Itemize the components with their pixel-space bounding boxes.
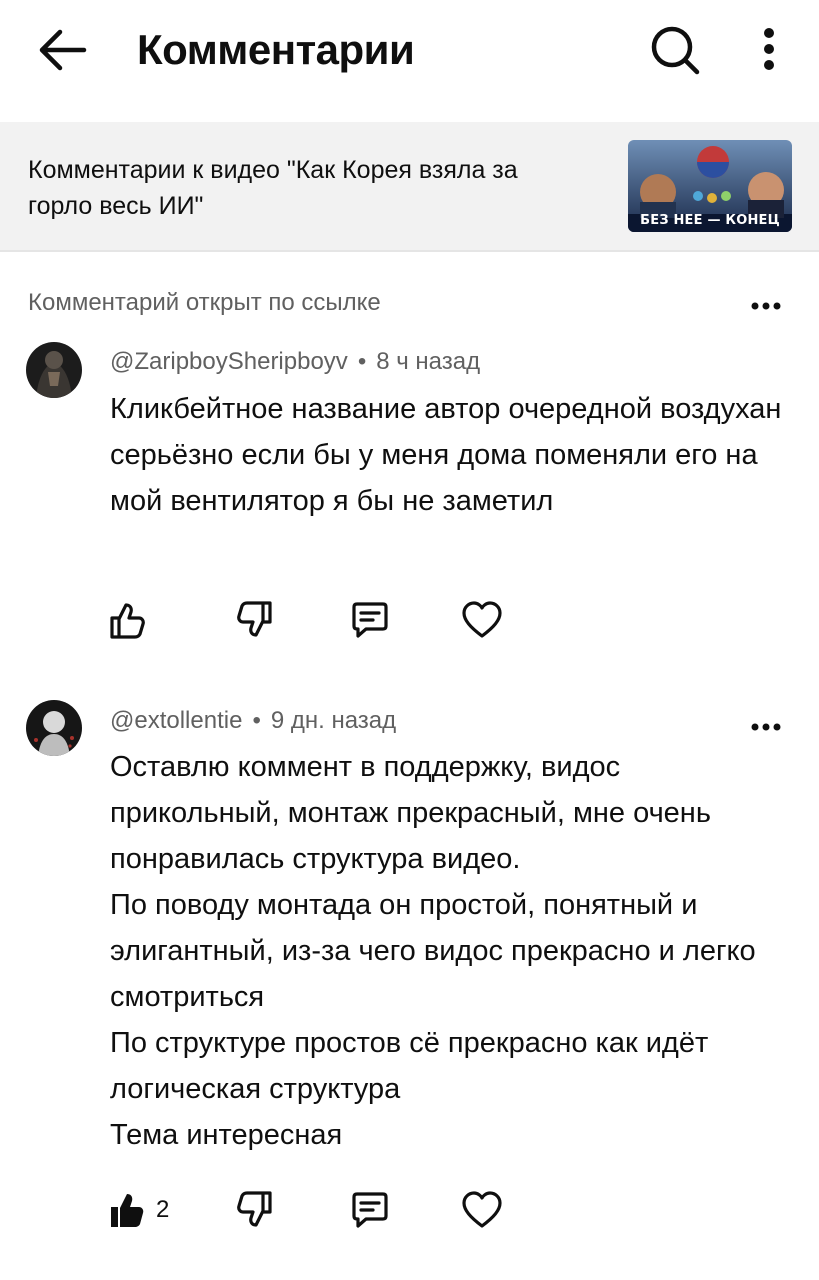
- thumbs-down-icon: [237, 1191, 272, 1227]
- divider: [0, 250, 819, 252]
- like-button[interactable]: [104, 598, 148, 642]
- avatar[interactable]: [26, 700, 82, 756]
- comment-icon: [352, 602, 388, 638]
- comment-time: 8 ч назад: [376, 348, 481, 375]
- reply-button[interactable]: [348, 1188, 392, 1232]
- thumbs-up-icon: [110, 603, 145, 639]
- video-context-text: Комментарии к видео "Как Корея взяла за …: [28, 156, 518, 220]
- comment-paragraph: По поводу монтада он простой, понятный и…: [110, 889, 756, 1013]
- thumbs-down-icon: [237, 601, 272, 637]
- app-header: Комментарии: [0, 0, 819, 110]
- more-horizontal-icon: [751, 723, 781, 731]
- comment-author[interactable]: @ZaripboySheripboyv: [110, 348, 348, 375]
- page-title: Комментарии: [137, 26, 415, 73]
- heart-icon: [462, 1191, 502, 1228]
- comment-paragraph: Тема интересная: [110, 1119, 343, 1151]
- comment-time: 9 дн. назад: [270, 707, 397, 734]
- comment-text: Оставлю коммент в поддержку, видос прико…: [110, 744, 790, 1158]
- comment-actions: 2: [104, 1188, 524, 1236]
- arrow-left-icon: [39, 29, 87, 71]
- like-button[interactable]: [104, 1188, 148, 1232]
- search-icon: [651, 26, 700, 75]
- dislike-button[interactable]: [234, 1188, 278, 1232]
- comment-icon: [352, 1192, 388, 1228]
- back-button[interactable]: [34, 24, 92, 76]
- reply-button[interactable]: [348, 598, 392, 642]
- heart-icon: [462, 601, 502, 638]
- comment-paragraph: Оставлю коммент в поддержку, видос прико…: [110, 751, 711, 875]
- more-options-button[interactable]: [748, 22, 790, 78]
- comment-more-button[interactable]: [748, 717, 784, 737]
- thumbnail-caption: БЕЗ НЕЕ — КОНЕЦ: [640, 213, 780, 228]
- video-thumbnail[interactable]: БЕЗ НЕЕ — КОНЕЦ: [628, 140, 792, 232]
- comment-meta: @ZaripboySheripboyv • 8 ч назад: [110, 348, 481, 375]
- thumbs-up-filled-icon: [111, 1194, 144, 1227]
- heart-button[interactable]: [460, 1188, 504, 1232]
- heart-button[interactable]: [460, 598, 504, 642]
- linked-comment-label: Комментарий открыт по ссылке: [28, 289, 381, 316]
- comment-actions: [104, 598, 524, 646]
- like-count: 2: [156, 1196, 170, 1223]
- more-horizontal-icon: [751, 302, 781, 310]
- avatar[interactable]: [26, 342, 82, 398]
- search-button[interactable]: [644, 22, 704, 78]
- comment-text: Кликбейтное название автор очередной воз…: [110, 393, 782, 517]
- video-context-banner[interactable]: Комментарии к видео "Как Корея взяла за …: [0, 122, 819, 250]
- comment-author[interactable]: @extollentie: [110, 707, 242, 734]
- dislike-button[interactable]: [234, 598, 278, 642]
- comment-paragraph: По структуре простов сё прекрасно как ид…: [110, 1027, 709, 1105]
- more-vertical-icon: [764, 28, 774, 70]
- section-more-button[interactable]: [748, 296, 784, 316]
- comment-meta: @extollentie • 9 дн. назад: [110, 707, 397, 734]
